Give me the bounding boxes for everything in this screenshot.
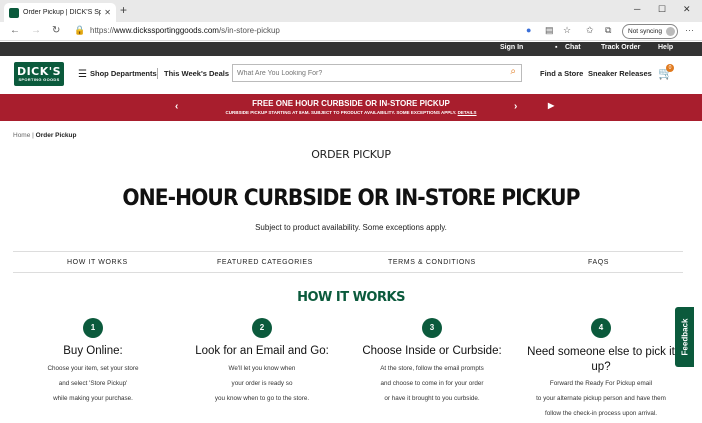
step-line: follow the check-in process upon arrival… — [545, 410, 657, 417]
nav-faqs[interactable]: FAQS — [588, 259, 609, 266]
minimize-icon[interactable]: ─ — [634, 4, 640, 14]
step-line: and choose to come in for your order — [380, 380, 484, 387]
availability-note: Subject to product availability. Some ex… — [255, 223, 447, 232]
refresh-icon[interactable]: ↻ — [52, 25, 60, 36]
tab-title: Order Pickup | DICK'S Sporting Goods — [23, 9, 102, 16]
step-number: 1 — [83, 318, 103, 338]
section-nav: HOW IT WORKS FEATURED CATEGORIES TERMS &… — [13, 251, 683, 273]
step-description: Forward the Ready For Pickup email to yo… — [516, 376, 686, 421]
url-field[interactable]: https://www.dickssportinggoods.com/s/in-… — [90, 26, 280, 35]
find-store-link[interactable]: Find a Store — [540, 69, 583, 78]
how-it-works-heading: HOW IT WORKS — [297, 290, 405, 305]
search-box: ⌕ — [232, 64, 522, 82]
back-icon[interactable]: ← — [10, 25, 20, 36]
sign-in-link[interactable]: Sign In — [500, 44, 523, 51]
step-number: 2 — [252, 318, 272, 338]
breadcrumb: Home | Order Pickup — [13, 132, 77, 139]
url-host: www.dickssportinggoods.com — [114, 26, 219, 35]
dicks-logo[interactable]: DICK'S SPORTING GOODS — [14, 62, 64, 86]
step-line: to your alternate pickup person and have… — [536, 395, 666, 402]
promo-subtitle-text: CURBSIDE PICKUP STARTING AT 8AM. SUBJECT… — [225, 110, 457, 115]
favorites-icon[interactable]: ✩ — [586, 25, 594, 36]
step-number: 4 — [591, 318, 611, 338]
step-line: or have it brought to you curbside. — [384, 395, 480, 402]
chat-icon[interactable]: ▪ — [555, 44, 557, 51]
breadcrumb-current: Order Pickup — [35, 132, 77, 139]
url-scheme: https:// — [90, 26, 115, 35]
browser-address-bar: ← → ↻ 🔒 https://www.dickssportinggoods.c… — [0, 22, 702, 41]
chat-link[interactable]: Chat — [565, 44, 581, 51]
promo-play-icon[interactable]: ▶ — [548, 101, 554, 110]
sneaker-releases-link[interactable]: Sneaker Releases — [588, 69, 652, 78]
profile-avatar-icon — [665, 27, 675, 36]
new-tab-icon[interactable]: + — [120, 3, 127, 17]
search-input[interactable] — [237, 67, 497, 79]
step-line: your order is ready so — [231, 380, 293, 387]
reader-view-icon[interactable]: ▤ — [545, 25, 554, 36]
maximize-icon[interactable]: ☐ — [658, 4, 666, 15]
nav-how-it-works[interactable]: HOW IT WORKS — [67, 259, 128, 266]
sync-label: Not syncing — [628, 28, 662, 35]
hamburger-menu-icon[interactable]: ☰ — [78, 69, 87, 80]
breadcrumb-home[interactable]: Home — [13, 132, 30, 139]
step-line: while making your purchase. — [53, 395, 133, 402]
site-header: DICK'S SPORTING GOODS ☰ Shop Departments… — [0, 56, 702, 94]
hero-heading: ONE-HOUR CURBSIDE OR IN-STORE PICKUP — [122, 186, 580, 211]
step-title: Look for an Email and Go: — [195, 345, 329, 357]
feedback-tab[interactable]: Feedback — [675, 307, 694, 367]
breadcrumb-separator: | — [32, 132, 34, 139]
step-3: 3 Choose Inside or Curbside: At the stor… — [347, 318, 517, 406]
step-1: 1 Buy Online: Choose your item, set your… — [8, 318, 178, 406]
logo-text: DICK'S — [16, 65, 62, 78]
step-line: and select 'Store Pickup' — [58, 380, 128, 387]
nav-featured-categories[interactable]: FEATURED CATEGORIES — [217, 259, 313, 266]
help-link[interactable]: Help — [658, 44, 673, 51]
cart-count-badge: 0 — [666, 64, 674, 72]
promo-next-icon[interactable]: › — [514, 101, 517, 112]
shop-departments-link[interactable]: Shop Departments — [90, 69, 157, 78]
nav-terms-conditions[interactable]: TERMS & CONDITIONS — [388, 259, 476, 266]
step-2: 2 Look for an Email and Go: We'll let yo… — [177, 318, 347, 406]
header-divider — [157, 68, 158, 79]
feedback-label: Feedback — [680, 318, 689, 356]
favorite-star-icon[interactable]: ☆ — [563, 25, 571, 36]
step-number: 3 — [422, 318, 442, 338]
step-description: At the store, follow the email prompts a… — [347, 361, 517, 406]
logo-subtext: SPORTING GOODS — [18, 77, 60, 82]
page-title: ORDER PICKUP — [311, 148, 391, 161]
collections-icon[interactable]: ⧉ — [605, 25, 611, 36]
utility-nav: Sign In ▪ Chat Track Order Help — [0, 42, 702, 56]
more-menu-icon[interactable]: ··· — [685, 25, 694, 35]
browser-tab[interactable]: Order Pickup | DICK'S Sporting Goods ✕ — [4, 3, 116, 22]
step-line: We'll let you know when — [228, 365, 296, 372]
extension-icon[interactable]: ● — [526, 25, 531, 35]
promo-details-link[interactable]: DETAILS — [458, 110, 477, 115]
close-tab-icon[interactable]: ✕ — [104, 8, 111, 17]
weekly-deals-link[interactable]: This Week's Deals — [164, 69, 229, 78]
step-4: 4 Need someone else to pick it up? Forwa… — [516, 318, 686, 421]
window-close-icon[interactable]: ✕ — [683, 4, 691, 15]
step-line: At the store, follow the email prompts — [380, 365, 484, 372]
promo-subtitle: CURBSIDE PICKUP STARTING AT 8AM. SUBJECT… — [0, 110, 702, 115]
step-line: Choose your item, set your store — [47, 365, 139, 372]
browser-tab-bar: Order Pickup | DICK'S Sporting Goods ✕ +… — [0, 0, 702, 22]
step-description: Choose your item, set your store and sel… — [8, 361, 178, 406]
promo-banner: ‹ FREE ONE HOUR CURBSIDE OR IN-STORE PIC… — [0, 94, 702, 121]
sync-button[interactable]: Not syncing — [622, 24, 678, 39]
search-icon[interactable]: ⌕ — [510, 66, 516, 77]
step-title: Buy Online: — [63, 345, 123, 357]
forward-icon[interactable]: → — [31, 25, 41, 36]
step-line: you know when to go to the store. — [214, 395, 310, 402]
url-path: /s/in-store-pickup — [218, 26, 280, 35]
step-title: Choose Inside or Curbside: — [362, 345, 502, 357]
step-line: Forward the Ready For Pickup email — [549, 380, 653, 387]
site-favicon-icon — [9, 7, 19, 18]
step-title: Need someone else to pick it up? — [527, 346, 675, 373]
track-order-link[interactable]: Track Order — [601, 44, 640, 51]
lock-icon[interactable]: 🔒 — [74, 25, 85, 36]
promo-title: FREE ONE HOUR CURBSIDE OR IN-STORE PICKU… — [252, 99, 450, 108]
step-description: We'll let you know when your order is re… — [177, 361, 347, 406]
